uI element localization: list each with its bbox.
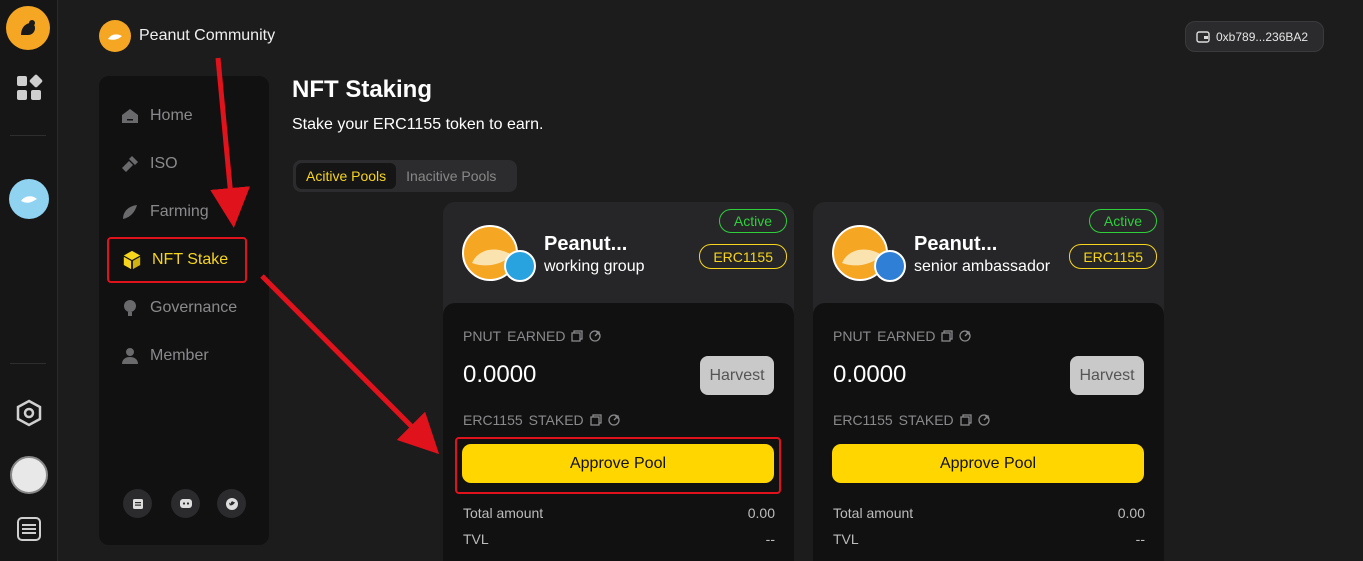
staked-token: ERC1155 xyxy=(463,412,523,428)
earned-token: PNUT xyxy=(833,328,872,344)
badge-avatar-icon xyxy=(504,250,536,282)
sidebar-item-home[interactable]: Home xyxy=(107,93,267,139)
peanut-avatar-icon[interactable] xyxy=(8,454,50,496)
external-link-icon[interactable] xyxy=(978,414,990,426)
farming-icon xyxy=(120,202,140,222)
bulb-icon xyxy=(120,298,140,318)
rail-divider xyxy=(10,363,46,364)
hexagon-icon[interactable] xyxy=(8,392,50,434)
annotation-arrow xyxy=(260,274,440,455)
sidebar-item-label: NFT Stake xyxy=(152,251,229,268)
earned-text: EARNED xyxy=(877,328,936,344)
pool-group: senior ambassador xyxy=(914,258,1051,275)
home-icon xyxy=(120,106,140,126)
external-link-icon[interactable] xyxy=(589,330,602,342)
stat-label: TVL xyxy=(833,531,859,547)
sidebar-item-label: Farming xyxy=(150,203,209,220)
sidebar-item-label: ISO xyxy=(150,155,178,172)
copy-icon[interactable] xyxy=(571,330,584,342)
external-link-icon[interactable] xyxy=(959,330,972,342)
rail-divider xyxy=(10,135,46,136)
sidebar: Home ISO Farming NFT Stake Governance Me… xyxy=(99,76,269,545)
pool-card: Peanut... working group Active ERC1155 P… xyxy=(443,202,794,561)
brand[interactable]: Peanut Community xyxy=(99,20,275,52)
staked-label: ERC1155 STAKED xyxy=(463,412,620,428)
shovel-icon xyxy=(120,154,140,174)
pool-group: working group xyxy=(544,258,645,275)
page-title: NFT Staking xyxy=(292,76,433,103)
user-icon xyxy=(120,346,140,366)
cube-icon xyxy=(122,250,142,270)
stat-row: Total amount 0.00 xyxy=(833,505,1145,521)
copy-icon[interactable] xyxy=(941,330,954,342)
pool-tabs: Acitive Pools Inacitive Pools xyxy=(293,160,517,192)
tab-active-pools[interactable]: Acitive Pools xyxy=(296,163,397,189)
staked-label: ERC1155 STAKED xyxy=(833,412,990,428)
wallet-icon xyxy=(1196,30,1210,43)
copy-icon[interactable] xyxy=(590,414,602,426)
stat-value: 0.00 xyxy=(1117,505,1145,521)
pool-name: Peanut... xyxy=(544,233,628,255)
tab-inactive-pools[interactable]: Inacitive Pools xyxy=(396,163,506,189)
status-badge: Active xyxy=(1088,209,1157,233)
sidebar-item-governance[interactable]: Governance xyxy=(107,285,267,331)
stat-label: TVL xyxy=(463,531,489,547)
stat-row: TVL -- xyxy=(833,531,1145,547)
squirrel-logo-icon[interactable] xyxy=(6,6,50,50)
stat-label: Total amount xyxy=(463,505,544,521)
stat-value: 0.00 xyxy=(747,505,775,521)
globe-avatar-icon[interactable] xyxy=(8,178,50,220)
earned-label: PNUT EARNED xyxy=(463,328,602,344)
twitter-icon[interactable] xyxy=(217,489,246,518)
pool-card-header: Peanut... working group Active ERC1155 xyxy=(443,202,794,302)
token-standard-badge: ERC1155 xyxy=(1069,244,1157,269)
pool-card-body: PNUT EARNED 0.0000 Harvest ERC1155 STAKE… xyxy=(443,303,794,561)
pool-card: Peanut... senior ambassador Active ERC11… xyxy=(813,202,1164,561)
stat-label: Total amount xyxy=(833,505,914,521)
sidebar-item-member[interactable]: Member xyxy=(107,333,267,379)
pool-card-body: PNUT EARNED 0.0000 Harvest ERC1155 STAKE… xyxy=(813,303,1164,561)
earned-token: PNUT xyxy=(463,328,502,344)
page-subtitle: Stake your ERC1155 token to earn. xyxy=(292,116,544,133)
earned-text: EARNED xyxy=(507,328,566,344)
badge-avatar-icon xyxy=(874,250,906,282)
external-link-icon[interactable] xyxy=(608,414,620,426)
pool-name: Peanut... xyxy=(914,233,998,255)
document-icon[interactable] xyxy=(123,489,152,518)
earned-label: PNUT EARNED xyxy=(833,328,972,344)
wallet-button[interactable]: 0xb789...236BA2 xyxy=(1185,21,1324,52)
left-rail xyxy=(0,0,58,561)
status-badge: Active xyxy=(718,209,787,233)
token-standard-badge: ERC1155 xyxy=(699,244,787,269)
sidebar-item-label: Home xyxy=(150,107,193,124)
approve-pool-button[interactable]: Approve Pool xyxy=(462,444,774,483)
sidebar-item-label: Governance xyxy=(150,299,238,316)
earned-amount: 0.0000 xyxy=(463,361,537,388)
discord-icon[interactable] xyxy=(171,489,200,518)
earned-amount: 0.0000 xyxy=(833,361,907,388)
stat-row: TVL -- xyxy=(463,531,775,547)
stat-value: -- xyxy=(1135,531,1145,547)
list-menu-icon[interactable] xyxy=(8,508,50,550)
harvest-button[interactable]: Harvest xyxy=(700,356,774,395)
sidebar-item-farming[interactable]: Farming xyxy=(107,189,267,235)
stat-row: Total amount 0.00 xyxy=(463,505,775,521)
sidebar-item-nft-stake[interactable]: NFT Stake xyxy=(107,237,247,283)
pool-card-header: Peanut... senior ambassador Active ERC11… xyxy=(813,202,1164,302)
approve-pool-button[interactable]: Approve Pool xyxy=(832,444,1144,483)
staked-text: STAKED xyxy=(898,412,954,428)
sidebar-item-label: Member xyxy=(150,347,209,364)
stat-value: -- xyxy=(765,531,775,547)
harvest-button[interactable]: Harvest xyxy=(1070,356,1144,395)
wallet-address: 0xb789...236BA2 xyxy=(1216,29,1309,44)
copy-icon[interactable] xyxy=(960,414,972,426)
apps-grid-icon[interactable] xyxy=(8,67,50,109)
staked-token: ERC1155 xyxy=(833,412,893,428)
staked-text: STAKED xyxy=(528,412,584,428)
sidebar-item-iso[interactable]: ISO xyxy=(107,141,267,187)
brand-name: Peanut Community xyxy=(139,27,276,44)
peanut-logo-icon xyxy=(99,20,131,52)
